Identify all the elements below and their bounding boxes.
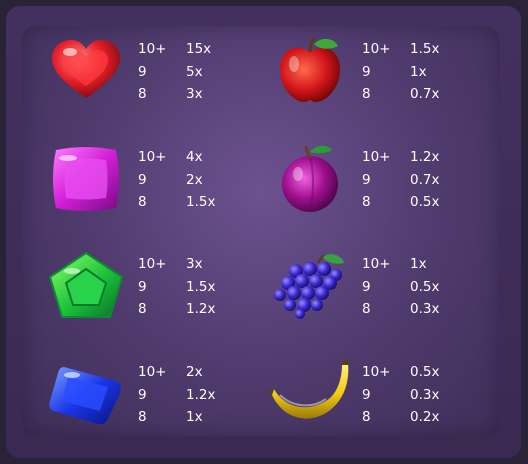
green-pentagon-candy-icon <box>46 251 126 321</box>
payout-row: 10+ 2x <box>138 361 246 384</box>
payout-row: 10+ 15x <box>138 38 246 61</box>
symbol-count: 9 <box>362 278 371 295</box>
payout-multiplier: 1.5x <box>410 41 440 57</box>
payout-multiplier: 1.5x <box>186 194 216 210</box>
payout-multiplier: 0.3x <box>410 386 440 403</box>
payout-list: 10+ 4x 9 2x 8 1.5x <box>138 146 246 214</box>
symbol-count: 10+ <box>138 149 167 165</box>
payout-multiplier: 1.2x <box>186 386 216 403</box>
paytable-item-apple: 10+ 1.5x 9 1x 8 0.7x <box>270 36 500 106</box>
payout-row: 9 0.5x <box>362 276 470 299</box>
payout-list: 10+ 3x 9 1.5x 8 1.2x <box>138 253 246 321</box>
symbol-count: 9 <box>138 278 147 295</box>
symbol-count: 10+ <box>362 41 391 57</box>
payout-row: 10+ 1.5x <box>362 38 470 61</box>
apple-icon <box>270 36 350 106</box>
paytable-item-plum: 10+ 1.2x 9 0.7x 8 0.5x <box>270 144 500 214</box>
symbol-count: 8 <box>138 409 147 425</box>
payout-row: 9 0.7x <box>362 169 470 192</box>
payout-multiplier: 1.5x <box>186 278 216 295</box>
payout-row: 10+ 1.2x <box>362 146 470 169</box>
payout-row: 8 0.2x <box>362 406 470 429</box>
payout-multiplier: 0.5x <box>410 278 440 295</box>
symbol-count: 8 <box>138 86 147 102</box>
symbol-count: 10+ <box>362 149 391 165</box>
symbol-count: 9 <box>362 171 371 188</box>
plum-icon <box>270 144 350 214</box>
payout-list: 10+ 1.2x 9 0.7x 8 0.5x <box>362 146 470 214</box>
symbol-count: 10+ <box>362 364 391 380</box>
payout-row: 8 0.5x <box>362 191 470 214</box>
payout-row: 10+ 0.5x <box>362 361 470 384</box>
payout-multiplier: 0.5x <box>410 364 440 380</box>
payout-multiplier: 2x <box>186 364 203 380</box>
payout-list: 10+ 1.5x 9 1x 8 0.7x <box>362 38 470 106</box>
payout-multiplier: 3x <box>186 86 203 102</box>
payout-multiplier: 0.7x <box>410 171 440 188</box>
payout-row: 8 1.5x <box>138 191 246 214</box>
payout-multiplier: 5x <box>186 63 203 80</box>
payout-multiplier: 0.3x <box>410 301 440 317</box>
payout-multiplier: 1.2x <box>186 301 216 317</box>
symbol-count: 10+ <box>138 41 167 57</box>
symbol-count: 9 <box>362 386 371 403</box>
payout-multiplier: 1.2x <box>410 149 440 165</box>
payout-row: 9 1x <box>362 61 470 84</box>
payout-multiplier: 4x <box>186 149 203 165</box>
payout-row: 8 0.3x <box>362 298 470 321</box>
paytable-item-heart-candy: 10+ 15x 9 5x 8 3x <box>46 36 276 106</box>
payout-row: 10+ 1x <box>362 253 470 276</box>
payout-row: 10+ 4x <box>138 146 246 169</box>
payout-row: 9 5x <box>138 61 246 84</box>
symbol-count: 8 <box>362 301 371 317</box>
payout-list: 10+ 1x 9 0.5x 8 0.3x <box>362 253 470 321</box>
payout-row: 9 1.2x <box>138 384 246 407</box>
payout-row: 9 0.3x <box>362 384 470 407</box>
payout-list: 10+ 2x 9 1.2x 8 1x <box>138 361 246 429</box>
payout-row: 9 1.5x <box>138 276 246 299</box>
payout-multiplier: 3x <box>186 256 203 272</box>
payout-multiplier: 0.2x <box>410 409 440 425</box>
payout-row: 8 0.7x <box>362 83 470 106</box>
symbol-count: 9 <box>362 63 371 80</box>
paytable-item-blue-gem-candy: 10+ 2x 9 1.2x 8 1x <box>46 359 276 429</box>
payout-list: 10+ 0.5x 9 0.3x 8 0.2x <box>362 361 470 429</box>
payout-multiplier: 2x <box>186 171 203 188</box>
symbol-count: 8 <box>362 86 371 102</box>
symbol-count: 9 <box>138 171 147 188</box>
payout-multiplier: 0.7x <box>410 86 440 102</box>
symbol-count: 10+ <box>362 256 391 272</box>
paytable-item-banana: 10+ 0.5x 9 0.3x 8 0.2x <box>270 359 500 429</box>
payout-row: 8 1x <box>138 406 246 429</box>
payout-multiplier: 1x <box>410 63 427 80</box>
symbol-count: 10+ <box>138 364 167 380</box>
payout-multiplier: 1x <box>410 256 427 272</box>
payout-multiplier: 0.5x <box>410 194 440 210</box>
symbol-count: 8 <box>138 194 147 210</box>
payout-multiplier: 15x <box>186 41 212 57</box>
payout-list: 10+ 15x 9 5x 8 3x <box>138 38 246 106</box>
banana-icon <box>270 359 350 429</box>
symbol-count: 8 <box>138 301 147 317</box>
paytable-item-grapes: 10+ 1x 9 0.5x 8 0.3x <box>270 251 500 321</box>
grapes-icon <box>270 251 350 321</box>
blue-gem-candy-icon <box>46 359 126 429</box>
payout-row: 8 1.2x <box>138 298 246 321</box>
symbol-count: 10+ <box>138 256 167 272</box>
symbol-count: 9 <box>138 63 147 80</box>
payout-multiplier: 1x <box>186 409 203 425</box>
symbol-count: 8 <box>362 194 371 210</box>
heart-candy-icon <box>46 36 126 106</box>
symbol-count: 8 <box>362 409 371 425</box>
symbol-count: 9 <box>138 386 147 403</box>
purple-square-candy-icon <box>46 144 126 214</box>
payout-row: 9 2x <box>138 169 246 192</box>
payout-row: 8 3x <box>138 83 246 106</box>
paytable-item-purple-square-candy: 10+ 4x 9 2x 8 1.5x <box>46 144 276 214</box>
payout-row: 10+ 3x <box>138 253 246 276</box>
paytable-item-green-pentagon-candy: 10+ 3x 9 1.5x 8 1.2x <box>46 251 276 321</box>
